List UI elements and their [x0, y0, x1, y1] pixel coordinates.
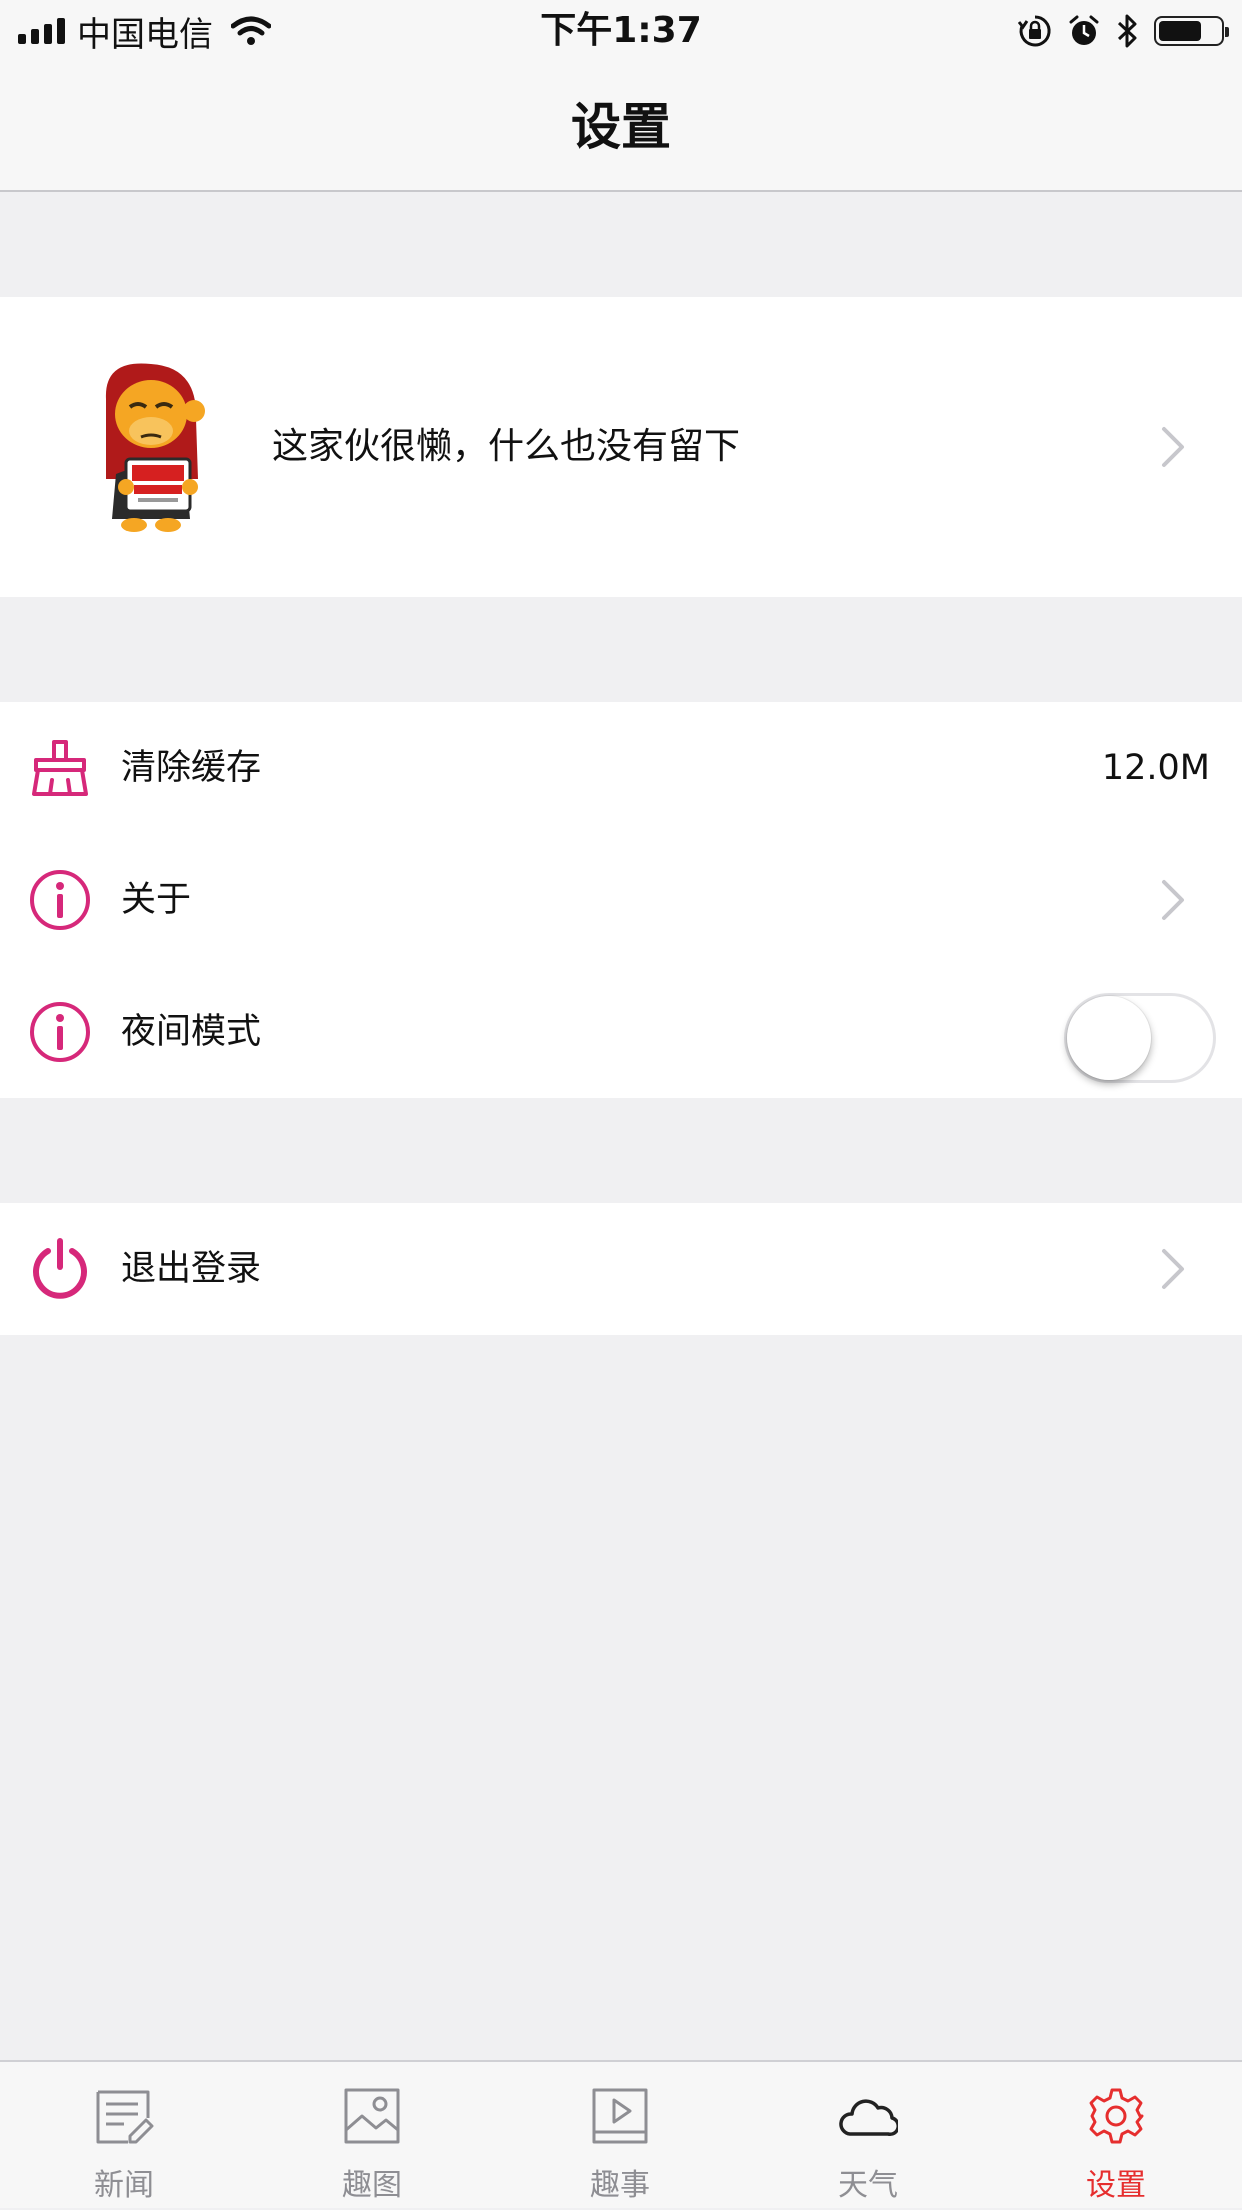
night-mode-label: 夜间模式 — [121, 1012, 262, 1052]
tab-weather[interactable]: 天气 — [744, 2062, 992, 2210]
clear-cache-row[interactable]: 清除缓存 12.0M — [0, 702, 1242, 834]
chevron-right-icon — [1162, 427, 1184, 467]
clear-cache-label: 清除缓存 — [121, 748, 262, 788]
night-mode-toggle[interactable] — [1064, 993, 1216, 1083]
logout-row[interactable]: 退出登录 — [0, 1203, 1242, 1335]
image-icon — [344, 2088, 400, 2144]
settings-group: 清除缓存 12.0M 关于 夜间模式 — [0, 702, 1242, 1098]
navigation-bar: 设置 — [0, 62, 1242, 192]
chevron-right-icon — [1162, 880, 1184, 920]
logout-label: 退出登录 — [121, 1249, 262, 1289]
tab-bar: 新闻 趣图 趣事 天气 设置 — [0, 2060, 1242, 2208]
avatar — [105, 363, 205, 532]
news-icon — [96, 2090, 154, 2144]
power-icon — [33, 1238, 87, 1299]
tab-funny-stories[interactable]: 趣事 — [496, 2062, 744, 2210]
tab-label: 天气 — [838, 2168, 898, 2203]
cloud-icon — [839, 2099, 898, 2136]
tab-label: 趣事 — [590, 2168, 650, 2203]
tab-label: 设置 — [1086, 2168, 1146, 2203]
video-icon — [592, 2088, 648, 2144]
alarm-icon — [1069, 15, 1099, 45]
battery-icon — [1154, 16, 1229, 46]
info-icon — [30, 870, 90, 930]
tab-label: 趣图 — [342, 2168, 402, 2203]
info-icon — [30, 1002, 90, 1062]
rotation-lock-icon — [1018, 15, 1051, 47]
tab-news[interactable]: 新闻 — [0, 2062, 248, 2210]
profile-row[interactable]: 这家伙很懒，什么也没有留下 — [0, 297, 1242, 597]
about-label: 关于 — [121, 880, 192, 920]
tab-funny-pictures[interactable]: 趣图 — [248, 2062, 496, 2210]
profile-signature: 这家伙很懒，什么也没有留下 — [272, 426, 741, 467]
night-mode-row: 夜间模式 — [0, 966, 1242, 1098]
tab-settings[interactable]: 设置 — [992, 2062, 1240, 2210]
gear-icon — [1089, 2088, 1144, 2144]
tab-label: 新闻 — [94, 2168, 154, 2203]
toggle-knob — [1067, 996, 1151, 1080]
logout-group: 退出登录 — [0, 1203, 1242, 1335]
page-title: 设置 — [571, 98, 671, 156]
broom-icon — [32, 740, 88, 796]
bluetooth-icon — [1117, 14, 1137, 48]
about-row[interactable]: 关于 — [0, 834, 1242, 966]
cache-size: 12.0M — [1101, 748, 1210, 788]
status-bar: 中国电信 下午1:37 — [0, 0, 1242, 62]
chevron-right-icon — [1162, 1249, 1184, 1289]
